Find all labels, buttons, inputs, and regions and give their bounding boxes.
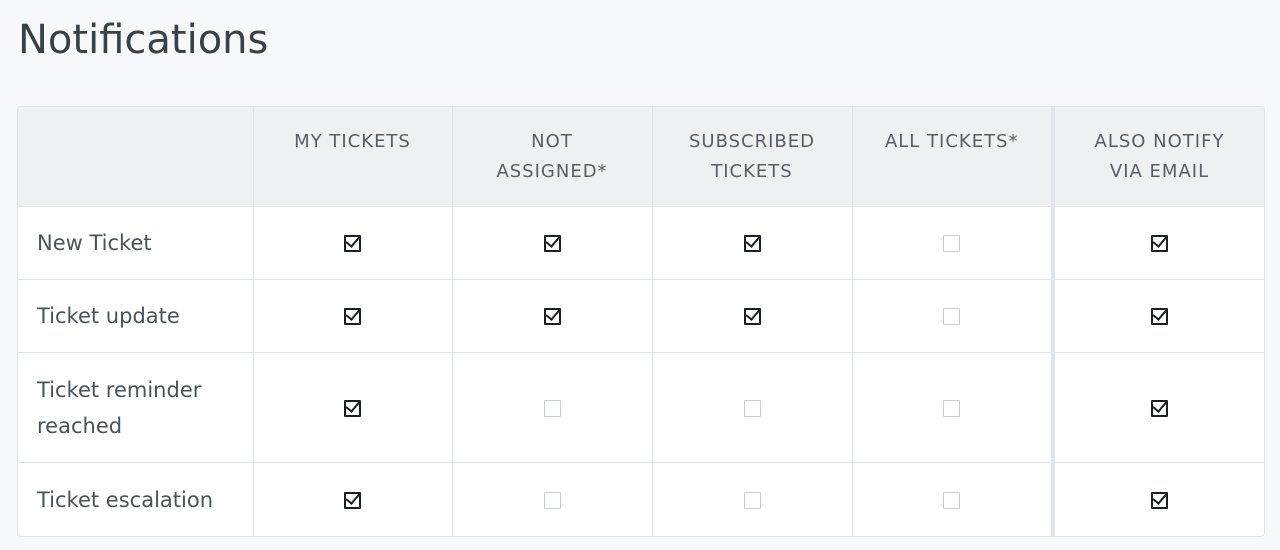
header-label-column [18, 107, 254, 207]
checkbox-checked-icon[interactable] [543, 235, 561, 253]
header-line: MY TICKETS [294, 131, 411, 152]
header-line: TICKETS [711, 161, 793, 182]
header-all-tickets: ALL TICKETS* [852, 107, 1054, 207]
notifications-table-container: MY TICKETS NOT ASSIGNED* SUBSCRIBED TICK… [17, 106, 1265, 537]
header-not-assigned: NOT ASSIGNED* [452, 107, 653, 207]
checkbox-checked-icon[interactable] [1151, 235, 1168, 253]
cell-my-tickets [253, 206, 453, 280]
cell-subscribed-tickets [652, 352, 853, 464]
table-row: Ticket reminder reached [18, 352, 1264, 464]
cell-not-assigned [452, 462, 653, 536]
row-label: New Ticket [18, 206, 254, 280]
header-line: NOT [531, 131, 573, 152]
cell-all-tickets [852, 206, 1054, 280]
header-line: VIA EMAIL [1109, 161, 1210, 182]
cell-also-notify-email [1051, 279, 1264, 353]
checkbox-checked-icon[interactable] [743, 308, 761, 326]
checkbox-unchecked-icon[interactable] [743, 400, 761, 418]
checkbox-unchecked-icon[interactable] [943, 235, 961, 253]
checkbox-checked-icon[interactable] [1151, 492, 1168, 510]
checkbox-unchecked-icon[interactable] [943, 308, 961, 326]
cell-my-tickets [253, 352, 453, 464]
table-row: Ticket update [18, 279, 1264, 353]
checkbox-checked-icon[interactable] [344, 235, 361, 253]
header-line: ALL TICKETS* [884, 131, 1019, 152]
cell-all-tickets [852, 279, 1054, 353]
header-line: ASSIGNED* [496, 161, 608, 182]
checkbox-checked-icon[interactable] [543, 308, 561, 326]
cell-subscribed-tickets [652, 206, 853, 280]
cell-my-tickets [253, 462, 453, 536]
checkbox-unchecked-icon[interactable] [743, 492, 761, 510]
checkbox-checked-icon[interactable] [1151, 400, 1168, 418]
cell-not-assigned [452, 279, 653, 353]
header-subscribed-tickets: SUBSCRIBED TICKETS [652, 107, 853, 207]
header-line: ALSO NOTIFY [1094, 131, 1225, 152]
checkbox-unchecked-icon[interactable] [943, 400, 961, 418]
cell-also-notify-email [1051, 206, 1264, 280]
checkbox-checked-icon[interactable] [344, 308, 361, 326]
header-also-notify-email: ALSO NOTIFY VIA EMAIL [1051, 107, 1264, 207]
table-header-row: MY TICKETS NOT ASSIGNED* SUBSCRIBED TICK… [18, 107, 1264, 207]
checkbox-unchecked-icon[interactable] [543, 400, 561, 418]
checkbox-checked-icon[interactable] [1151, 308, 1168, 326]
cell-also-notify-email [1051, 352, 1264, 464]
checkbox-checked-icon[interactable] [743, 235, 761, 253]
header-my-tickets: MY TICKETS [253, 107, 453, 207]
cell-not-assigned [452, 352, 653, 464]
row-label: Ticket update [18, 279, 254, 353]
cell-subscribed-tickets [652, 462, 853, 536]
row-label: Ticket reminder reached [18, 352, 254, 464]
row-label: Ticket escalation [18, 462, 254, 536]
cell-subscribed-tickets [652, 279, 853, 353]
checkbox-checked-icon[interactable] [344, 492, 361, 510]
header-line: SUBSCRIBED [688, 131, 816, 152]
cell-also-notify-email [1051, 462, 1264, 536]
page-title: Notifications [18, 17, 269, 63]
cell-all-tickets [852, 462, 1054, 536]
table-row: Ticket escalation [18, 462, 1264, 536]
checkbox-unchecked-icon[interactable] [543, 492, 561, 510]
cell-all-tickets [852, 352, 1054, 464]
notifications-table: MY TICKETS NOT ASSIGNED* SUBSCRIBED TICK… [18, 107, 1264, 536]
checkbox-unchecked-icon[interactable] [943, 492, 961, 510]
cell-not-assigned [452, 206, 653, 280]
cell-my-tickets [253, 279, 453, 353]
table-row: New Ticket [18, 206, 1264, 280]
checkbox-checked-icon[interactable] [344, 400, 361, 418]
